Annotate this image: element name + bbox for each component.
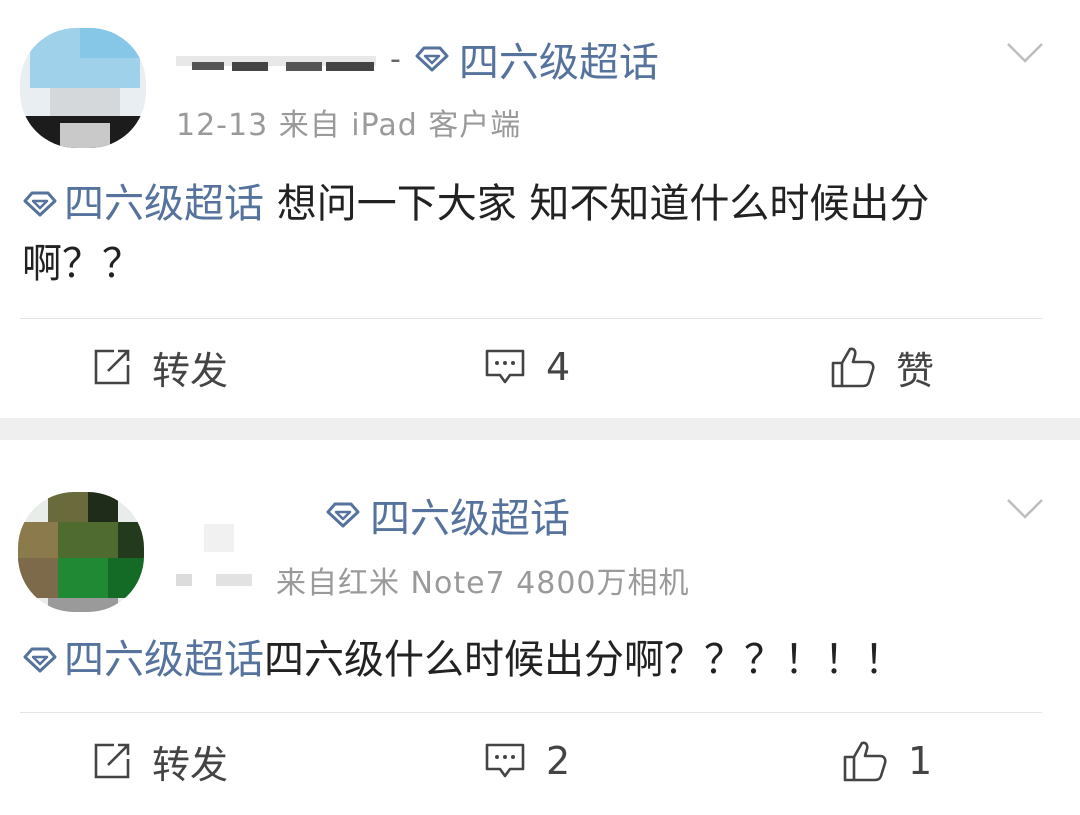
username-separator: - xyxy=(390,41,401,77)
post-card[interactable]: - 四六级超话 12-13 来自 iPad 客户端 四六级超话 想问一下大家 知… xyxy=(0,0,1080,418)
post-card[interactable]: 四六级超话 来自红米 Note7 4800万相机 四六级超话 四六级什么时候出分啊… xyxy=(0,440,1080,815)
avatar[interactable] xyxy=(18,492,144,612)
post-meta: 来自红米 Note7 4800万相机 xyxy=(276,566,690,601)
chevron-down-icon[interactable] xyxy=(1006,498,1044,520)
username-blurred[interactable] xyxy=(176,44,386,74)
post-content[interactable]: 四六级超话 想问一下大家 知不知道什么时候出分啊？？ xyxy=(22,174,1042,294)
comment-icon xyxy=(485,743,525,778)
topic-link[interactable]: 四六级超话 xyxy=(326,486,570,544)
comment-count: 4 xyxy=(546,345,571,389)
like-count: 1 xyxy=(908,739,933,783)
repost-label: 转发 xyxy=(152,348,229,393)
post-meta: 12-13 来自 iPad 客户端 xyxy=(176,108,522,143)
divider xyxy=(20,318,1042,319)
repost-icon xyxy=(94,743,130,779)
avatar[interactable] xyxy=(20,28,146,148)
like-icon xyxy=(843,741,887,782)
like-button[interactable]: 赞 xyxy=(830,340,934,394)
comment-button[interactable]: 2 xyxy=(484,734,570,788)
topic-link[interactable]: 四六级超话 xyxy=(415,30,659,88)
topic-label: 四六级超话 xyxy=(370,496,570,542)
chevron-down-icon[interactable] xyxy=(1006,42,1044,64)
divider xyxy=(20,712,1042,713)
post-separator xyxy=(0,418,1080,440)
repost-icon xyxy=(94,349,130,385)
topic-label: 四六级超话 xyxy=(458,40,659,86)
comment-button[interactable]: 4 xyxy=(484,340,570,394)
diamond-icon xyxy=(326,502,360,528)
post-content[interactable]: 四六级超话 四六级什么时候出分啊？？？！！！ xyxy=(22,630,1042,690)
content-topic-label: 四六级超话 xyxy=(64,181,264,227)
content-topic-tag[interactable]: 四六级超话 xyxy=(22,174,264,234)
like-label: 赞 xyxy=(896,348,935,393)
repost-label: 转发 xyxy=(152,742,229,787)
like-icon xyxy=(831,347,875,388)
content-text: 四六级什么时候出分啊？？？！！！ xyxy=(264,637,904,683)
comment-count: 2 xyxy=(546,739,571,783)
username-blurred[interactable] xyxy=(200,524,240,554)
diamond-icon xyxy=(23,647,57,673)
repost-button[interactable]: 转发 xyxy=(92,734,228,788)
content-topic-tag[interactable]: 四六级超话 xyxy=(22,630,264,690)
content-topic-label: 四六级超话 xyxy=(64,637,264,683)
repost-button[interactable]: 转发 xyxy=(92,340,228,394)
like-button[interactable]: 1 xyxy=(842,734,932,788)
comment-icon xyxy=(485,349,525,384)
diamond-icon xyxy=(415,46,449,72)
timestamp-blurred xyxy=(176,566,260,592)
diamond-icon xyxy=(23,191,57,217)
